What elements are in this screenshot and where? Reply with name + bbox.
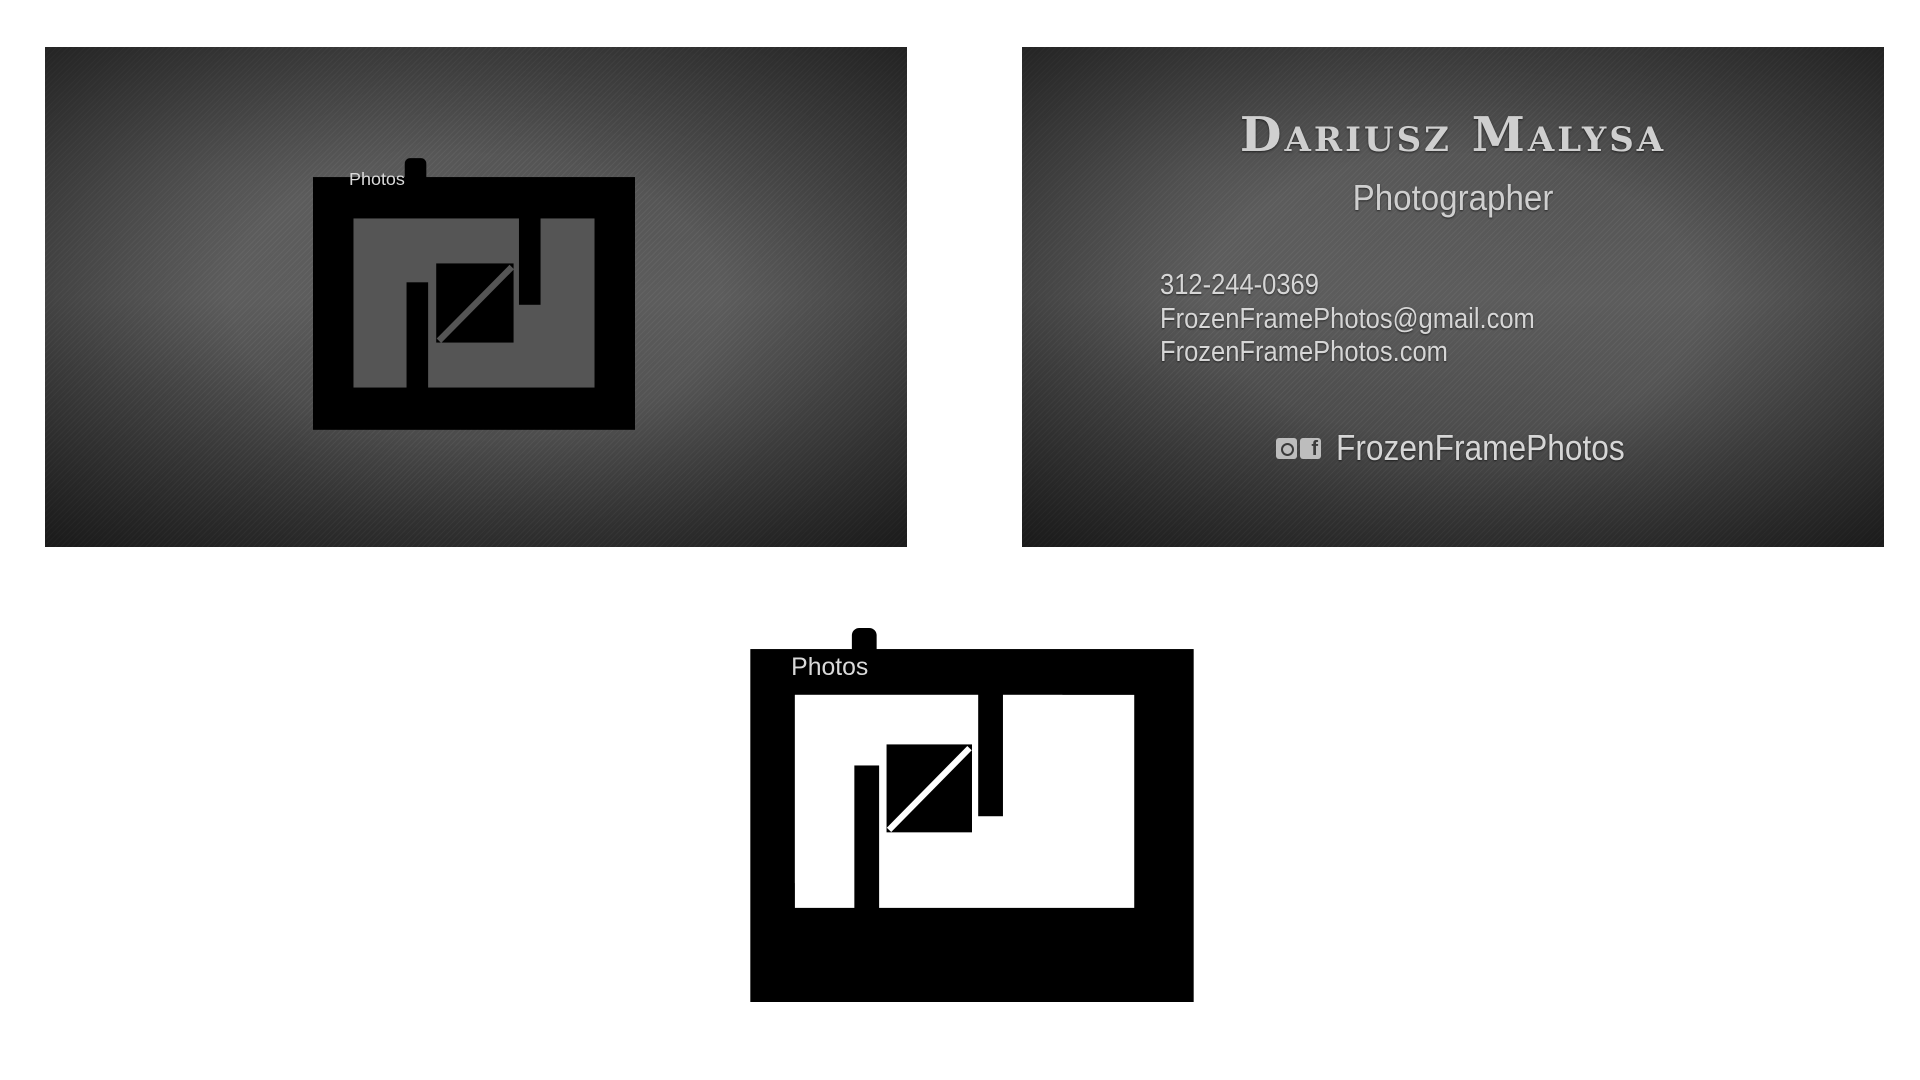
- social-row: FrozenFramePhotos: [1276, 427, 1664, 469]
- logo-label: Photos: [349, 169, 405, 189]
- website-url: FrozenFramePhotos.com: [1160, 336, 1448, 368]
- camera-logo-graphic: Photos: [313, 158, 635, 430]
- instagram-icon: [1276, 437, 1297, 459]
- camera-logo-front: Photos: [313, 158, 635, 430]
- phone-number: 312-244-0369: [1160, 269, 1319, 301]
- business-card-front: Photos: [45, 47, 907, 547]
- job-title: Photographer: [1352, 177, 1554, 218]
- social-handle: FrozenFramePhotos: [1336, 427, 1625, 468]
- camera-logo-large: Photos: [750, 628, 1194, 1002]
- business-card-back: Dariusz Malysa Photographer 312-244-0369…: [1022, 47, 1884, 547]
- name-heading: Dariusz Malysa: [1239, 107, 1667, 163]
- facebook-icon: [1300, 437, 1321, 461]
- logo-label-large: Photos: [791, 654, 868, 681]
- camera-logo-large-graphic: Photos: [750, 628, 1194, 1002]
- email-address: FrozenFramePhotos@gmail.com: [1160, 303, 1535, 335]
